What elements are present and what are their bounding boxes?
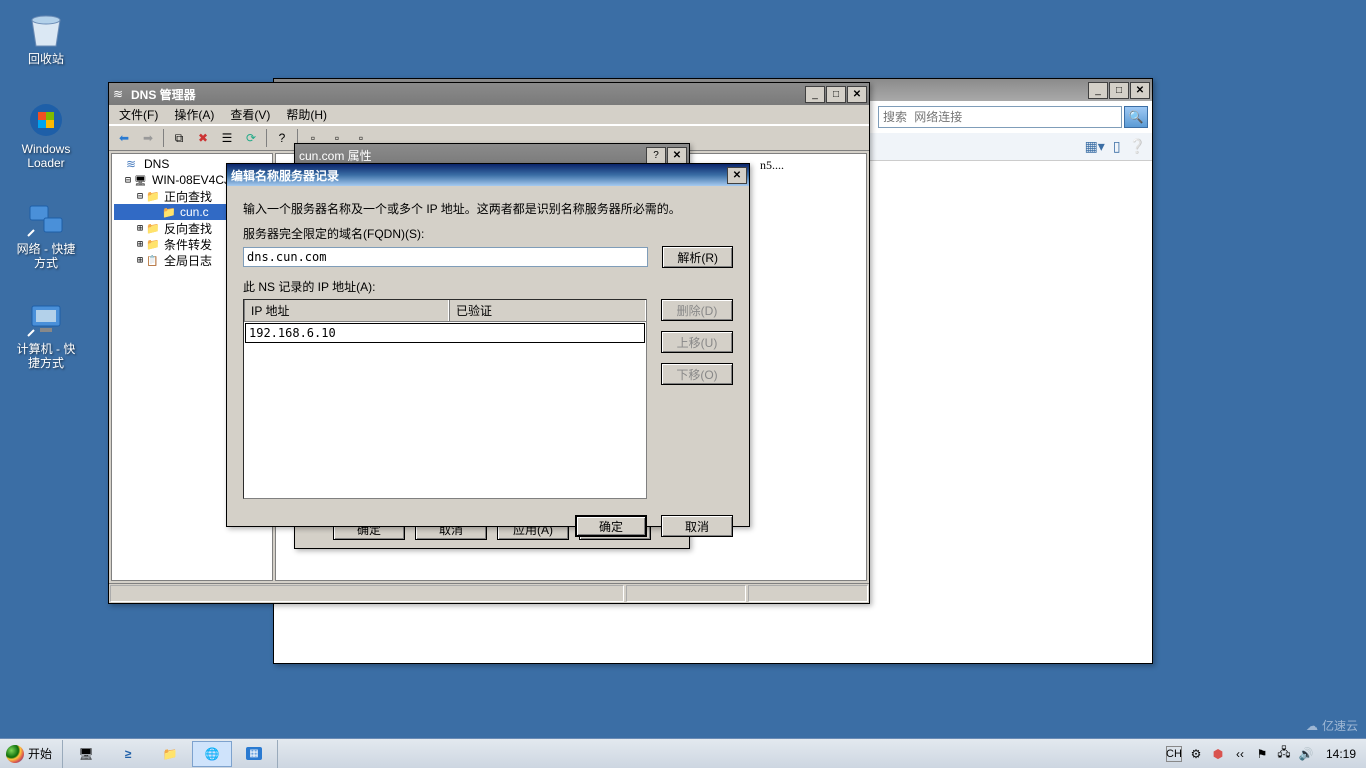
network-icon	[22, 200, 70, 240]
desktop-icon-computer[interactable]: 计算机 - 快 捷方式	[8, 300, 84, 370]
iplist-label: 此 NS 记录的 IP 地址(A):	[243, 278, 733, 295]
clock[interactable]: 14:19	[1320, 747, 1362, 761]
ip-edit-row[interactable]	[244, 322, 646, 344]
start-orb-icon	[6, 745, 24, 763]
desktop-icon-network[interactable]: 网络 - 快捷 方式	[8, 200, 84, 270]
col-validated[interactable]: 已验证	[449, 300, 646, 321]
move-down-button[interactable]: 下移(O)	[661, 363, 733, 385]
tray-network-icon[interactable]: 🖧	[1276, 746, 1292, 762]
close-button[interactable]: ✕	[667, 147, 687, 164]
search-button[interactable]: 🔍	[1124, 106, 1148, 128]
preview-pane-icon[interactable]: ▯	[1113, 138, 1121, 155]
forward-button[interactable]: ➡	[137, 127, 159, 149]
desktop-icon-recycle-bin[interactable]: 回收站	[8, 10, 84, 66]
list-header: IP 地址 已验证	[244, 300, 646, 322]
ql-network[interactable]: 🌐	[192, 741, 232, 767]
dns-menubar: 文件(F) 操作(A) 查看(V) 帮助(H)	[109, 105, 869, 125]
ql-explorer[interactable]: 📁	[150, 741, 190, 767]
ql-server-manager[interactable]: 🖥	[66, 741, 106, 767]
edit-ns-record-dialog[interactable]: 编辑名称服务器记录 ✕ 输入一个服务器名称及一个或多个 IP 地址。这两者都是识…	[226, 163, 750, 527]
delete-button[interactable]: 删除(D)	[661, 299, 733, 321]
back-button[interactable]: ⬅	[113, 127, 135, 149]
maximize-button[interactable]: □	[1109, 82, 1129, 99]
close-button[interactable]: ✕	[727, 167, 747, 184]
dns-title: DNS 管理器	[131, 86, 805, 103]
help-button[interactable]: ?	[271, 127, 293, 149]
ql-powershell[interactable]: ≥	[108, 741, 148, 767]
menu-file[interactable]: 文件(F)	[111, 104, 166, 125]
ns-dialog-body: 输入一个服务器名称及一个或多个 IP 地址。这两者都是识别名称服务器所必需的。 …	[227, 186, 749, 551]
dns-titlebar[interactable]: ≋ DNS 管理器 _ □ ✕	[109, 83, 869, 105]
quicklaunch: 🖥 ≥ 📁 🌐 ▦	[63, 740, 278, 768]
tray-icon-1[interactable]: ⚙	[1188, 746, 1204, 762]
taskbar[interactable]: 开始 🖥 ≥ 📁 🌐 ▦ CH ⚙ ⬢ ‹‹ ⚑ 🖧 🔊 14:19	[0, 738, 1366, 768]
icon-label: 回收站	[8, 52, 84, 66]
ime-indicator[interactable]: CH	[1166, 746, 1182, 762]
tray-icon-2[interactable]: ⬢	[1210, 746, 1226, 762]
recycle-bin-icon	[22, 10, 70, 50]
dns-app-icon: ≋	[113, 87, 127, 101]
ip-listbox[interactable]: IP 地址 已验证	[243, 299, 647, 499]
ql-app[interactable]: ▦	[234, 741, 274, 767]
start-button[interactable]: 开始	[0, 740, 63, 768]
icon-label: 网络 - 快捷 方式	[8, 242, 84, 270]
help-icon[interactable]: ❔	[1129, 138, 1146, 155]
col-ip[interactable]: IP 地址	[244, 300, 449, 321]
icon-label: Windows Loader	[8, 142, 84, 170]
tray-sound-icon[interactable]: 🔊	[1298, 746, 1314, 762]
minimize-button[interactable]: _	[1088, 82, 1108, 99]
ns-titlebar[interactable]: 编辑名称服务器记录 ✕	[227, 164, 749, 186]
start-label: 开始	[28, 745, 52, 762]
tray-flag-icon[interactable]: ⚑	[1254, 746, 1270, 762]
refresh-button[interactable]: ⟳	[240, 127, 262, 149]
loader-icon	[22, 100, 70, 140]
delete-button[interactable]: ✖	[192, 127, 214, 149]
properties-title: cun.com 属性	[299, 147, 646, 164]
menu-help[interactable]: 帮助(H)	[278, 104, 335, 125]
properties-button[interactable]: ☰	[216, 127, 238, 149]
fqdn-label: 服务器完全限定的域名(FQDN)(S):	[243, 225, 733, 242]
up-button[interactable]: ⧉	[168, 127, 190, 149]
detail-text: n5....	[760, 158, 784, 172]
menu-view[interactable]: 查看(V)	[222, 104, 278, 125]
icon-label: 计算机 - 快 捷方式	[8, 342, 84, 370]
maximize-button[interactable]: □	[826, 86, 846, 103]
explorer-search-input[interactable]	[878, 106, 1122, 128]
ns-dialog-title: 编辑名称服务器记录	[231, 167, 727, 184]
fqdn-input[interactable]	[243, 247, 648, 267]
close-button[interactable]: ✕	[847, 86, 867, 103]
menu-action[interactable]: 操作(A)	[166, 104, 222, 125]
move-up-button[interactable]: 上移(U)	[661, 331, 733, 353]
resolve-button[interactable]: 解析(R)	[662, 246, 733, 268]
system-tray: CH ⚙ ⬢ ‹‹ ⚑ 🖧 🔊 14:19	[1162, 740, 1366, 768]
ip-input[interactable]	[245, 323, 645, 343]
context-help-button[interactable]: ?	[646, 147, 666, 164]
tray-expand-icon[interactable]: ‹‹	[1232, 746, 1248, 762]
instruction-text: 输入一个服务器名称及一个或多个 IP 地址。这两者都是识别名称服务器所必需的。	[243, 200, 733, 217]
close-button[interactable]: ✕	[1130, 82, 1150, 99]
computer-icon	[22, 300, 70, 340]
dns-statusbar	[109, 583, 869, 603]
view-menu-icon[interactable]: ▦▾	[1085, 138, 1105, 155]
desktop-icon-windows-loader[interactable]: Windows Loader	[8, 100, 84, 170]
cancel-button[interactable]: 取消	[661, 515, 733, 537]
minimize-button[interactable]: _	[805, 86, 825, 103]
cloud-icon: ☁	[1306, 719, 1318, 733]
watermark: ☁ 亿速云	[1306, 717, 1358, 734]
ok-button[interactable]: 确定	[575, 515, 647, 537]
